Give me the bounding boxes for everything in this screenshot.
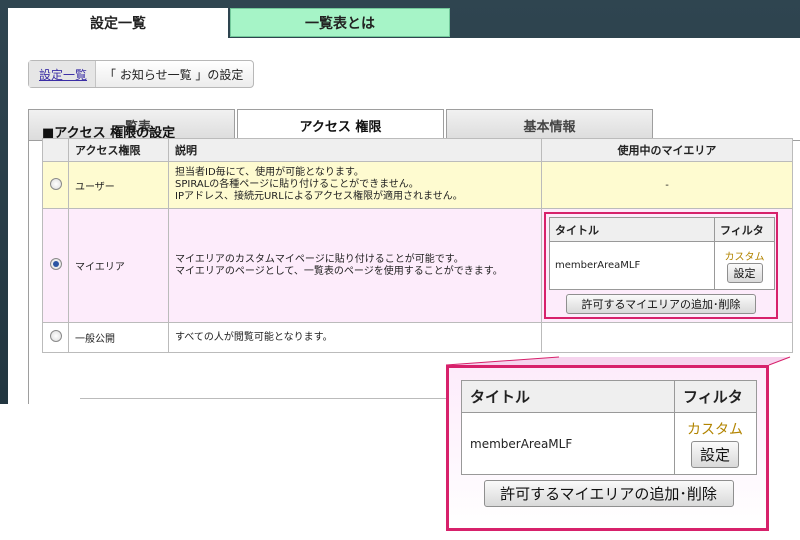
filter-custom-text: カスタム	[724, 252, 765, 263]
table-row-user: ユーザー 担当者ID毎にて、使用が可能となります。 SPIRALの各種ページに貼…	[42, 161, 793, 209]
breadcrumb: 設定一覧 「 お知らせ一覧 」の設定	[28, 60, 255, 88]
radio-user[interactable]	[49, 177, 62, 190]
inner-header-filter: フィルタ	[714, 217, 775, 242]
tab-access-rights[interactable]: アクセス 権限	[237, 109, 444, 141]
radio-public[interactable]	[49, 330, 62, 342]
zoom-header-filter: フィルタ	[674, 380, 757, 413]
zoom-settings-button[interactable]: 設定	[690, 441, 739, 468]
settings-button[interactable]: 設定	[726, 263, 763, 283]
zoom-header-title: タイトル	[461, 380, 675, 413]
inner-header-title: タイトル	[549, 217, 715, 242]
access-name-user: ユーザー	[68, 161, 169, 209]
header-description: 説明	[168, 138, 542, 162]
zoom-callout: タイトル フィルタ memberAreaMLF カスタム 設定 許可するマイエリ…	[446, 365, 769, 531]
zoom-add-remove-myarea-button[interactable]: 許可するマイエリアの追加･削除	[483, 480, 734, 507]
description-myarea: マイエリアのカスタムマイページに貼り付けることが可能です。 マイエリアのページと…	[168, 208, 542, 323]
myarea-user: -	[541, 161, 793, 209]
myarea-highlight: タイトル フィルタ memberAreaMLF カスタム 設定 許可するマイエリ…	[544, 212, 778, 319]
access-name-public: 一般公開	[68, 322, 169, 353]
tab-about-list[interactable]: 一覧表とは	[230, 8, 450, 37]
table-row-public: 一般公開 すべての人が閲覧可能となります。	[42, 322, 793, 353]
zoom-title-value: memberAreaMLF	[461, 412, 675, 475]
breadcrumb-link-settings[interactable]: 設定一覧	[29, 61, 97, 87]
myarea-cell: タイトル フィルタ memberAreaMLF カスタム 設定 許可するマイエリ…	[541, 208, 793, 323]
header-radio	[42, 138, 69, 162]
add-remove-myarea-button[interactable]: 許可するマイエリアの追加･削除	[566, 294, 756, 314]
header-access: アクセス権限	[68, 138, 169, 162]
access-table: アクセス権限 説明 使用中のマイエリア ユーザー 担当者ID毎にて、使用が可能と…	[42, 138, 793, 353]
header-myarea: 使用中のマイエリア	[541, 138, 793, 162]
description-user: 担当者ID毎にて、使用が可能となります。 SPIRALの各種ページに貼り付けるこ…	[168, 161, 542, 209]
tab-basic-info[interactable]: 基本情報	[446, 109, 653, 140]
zoom-filter-custom-text: カスタム	[687, 422, 743, 438]
myarea-title-value: memberAreaMLF	[549, 241, 715, 290]
tab-settings-list[interactable]: 設定一覧	[8, 8, 228, 38]
radio-myarea[interactable]	[49, 258, 62, 270]
description-public: すべての人が閲覧可能となります。	[168, 322, 542, 353]
table-header-row: アクセス権限 説明 使用中のマイエリア	[42, 138, 793, 162]
table-row-myarea: マイエリア マイエリアのカスタムマイページに貼り付けることが可能です。 マイエリ…	[42, 208, 793, 323]
access-name-myarea: マイエリア	[68, 208, 169, 323]
breadcrumb-current: 「 お知らせ一覧 」の設定	[104, 67, 244, 82]
zoom-table: タイトル フィルタ memberAreaMLF カスタム 設定	[461, 380, 757, 475]
myarea-inner-table: タイトル フィルタ memberAreaMLF カスタム 設定	[549, 217, 775, 290]
